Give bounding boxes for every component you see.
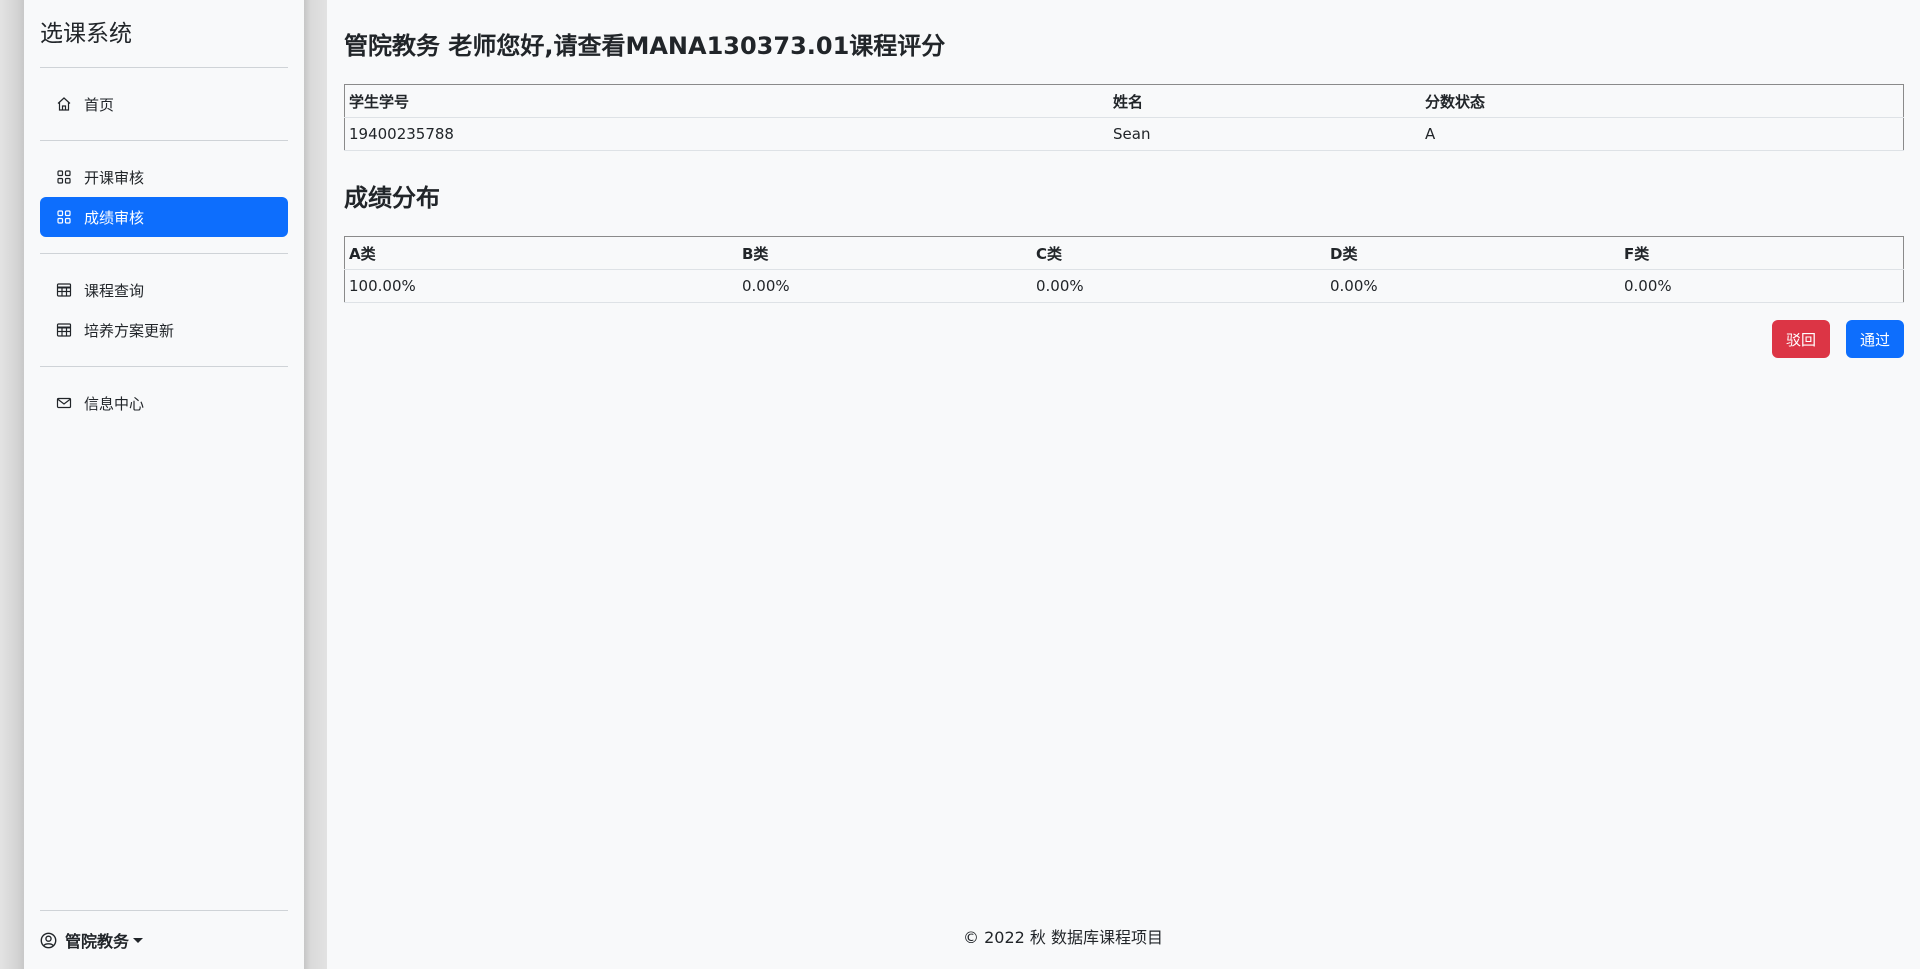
column-header: 学生学号 xyxy=(344,84,1109,118)
sidebar-item-label: 培养方案更新 xyxy=(84,321,175,340)
left-gutter xyxy=(0,0,24,969)
column-header: C类 xyxy=(1032,236,1326,270)
table-row: 19400235788 Sean A xyxy=(344,117,1904,151)
table-cell: 19400235788 xyxy=(344,117,1109,151)
sidebar-item-home[interactable]: 首页 xyxy=(40,84,288,124)
sidebar-item-label: 开课审核 xyxy=(84,168,145,187)
sidebar-item-course-query[interactable]: 课程查询 xyxy=(40,270,288,310)
sidebar-item-grade-review[interactable]: 成绩审核 xyxy=(40,197,288,237)
nav-group-review: 开课审核 成绩审核 xyxy=(40,141,288,253)
table-icon xyxy=(56,322,72,338)
section-title: 成绩分布 xyxy=(344,184,440,212)
footer-copyright: © 2022 秋 数据库课程项目 xyxy=(963,928,1163,947)
table-header-row: A类 B类 C类 D类 F类 xyxy=(344,236,1904,270)
person-circle-icon xyxy=(40,932,57,949)
table-cell: A xyxy=(1421,117,1904,151)
column-header: A类 xyxy=(344,236,738,270)
column-header: 姓名 xyxy=(1109,84,1421,118)
grid-icon xyxy=(56,209,72,225)
sidebar-item-label: 课程查询 xyxy=(84,281,145,300)
table-cell: 0.00% xyxy=(1032,269,1326,303)
grid-icon xyxy=(56,169,72,185)
sidebar-item-label: 首页 xyxy=(84,95,115,114)
distribution-table: A类 B类 C类 D类 F类 100.00% 0.00% 0.00% 0.00%… xyxy=(344,236,1904,303)
nav-group-courses: 课程查询 培养方案更新 xyxy=(40,254,288,366)
column-header: D类 xyxy=(1326,236,1620,270)
caret-down-icon xyxy=(133,937,144,943)
sidebar-shadow xyxy=(304,0,327,969)
column-header: F类 xyxy=(1620,236,1904,270)
brand-title: 选课系统 xyxy=(40,21,132,47)
nav-group-messages: 信息中心 xyxy=(40,367,288,439)
table-cell: 0.00% xyxy=(1326,269,1620,303)
page-title: 管院教务 老师您好,请查看MANA130373.01课程评分 xyxy=(344,32,946,60)
nav-group-home: 首页 xyxy=(40,68,288,140)
students-table: 学生学号 姓名 分数状态 19400235788 Sean A xyxy=(344,84,1904,151)
sidebar-item-label: 成绩审核 xyxy=(84,208,145,227)
table-cell: 0.00% xyxy=(1620,269,1904,303)
table-cell: Sean xyxy=(1109,117,1421,151)
envelope-icon xyxy=(56,395,72,411)
sidebar: 选课系统 首页 开课审核 成绩审核 课程查询 培养方案更新 信息中心 管院教务 xyxy=(24,0,304,969)
sidebar-item-message-center[interactable]: 信息中心 xyxy=(40,383,288,423)
app-shell: 选课系统 首页 开课审核 成绩审核 课程查询 培养方案更新 信息中心 管院教务 … xyxy=(0,0,1920,969)
user-block: 管院教务 xyxy=(40,910,288,969)
approve-button[interactable]: 通过 xyxy=(1846,320,1904,358)
reject-button[interactable]: 驳回 xyxy=(1772,320,1830,358)
table-row: 100.00% 0.00% 0.00% 0.00% 0.00% xyxy=(344,269,1904,303)
table-cell: 0.00% xyxy=(738,269,1032,303)
user-dropdown[interactable]: 管院教务 xyxy=(40,911,288,969)
column-header: B类 xyxy=(738,236,1032,270)
table-icon xyxy=(56,282,72,298)
user-name: 管院教务 xyxy=(65,932,130,951)
column-header: 分数状态 xyxy=(1421,84,1904,118)
table-header-row: 学生学号 姓名 分数状态 xyxy=(344,84,1904,118)
sidebar-item-label: 信息中心 xyxy=(84,394,145,413)
sidebar-item-program-update[interactable]: 培养方案更新 xyxy=(40,310,288,350)
sidebar-item-course-review[interactable]: 开课审核 xyxy=(40,157,288,197)
house-icon xyxy=(56,96,72,112)
table-cell: 100.00% xyxy=(344,269,738,303)
main-content: 管院教务 老师您好,请查看MANA130373.01课程评分 学生学号 姓名 分… xyxy=(344,0,1904,969)
